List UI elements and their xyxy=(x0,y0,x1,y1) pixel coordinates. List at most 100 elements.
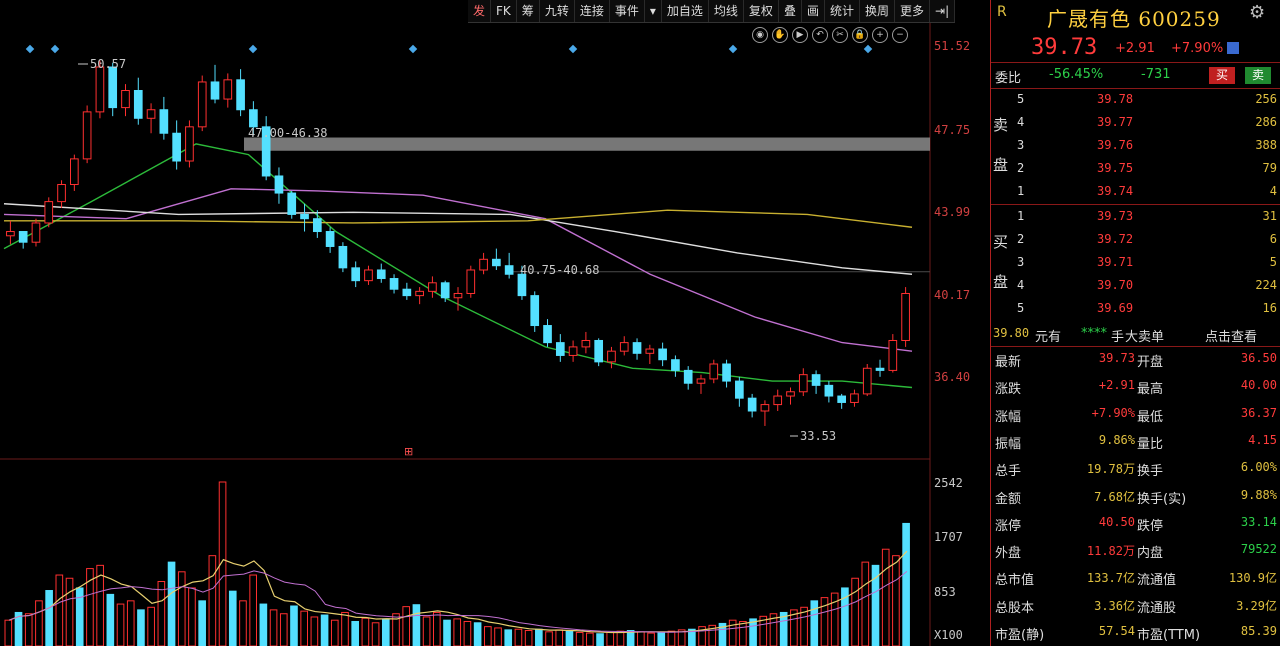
candle-body xyxy=(210,81,220,100)
kline-chart-svg[interactable]: 50.57 33.53 47.00-46.38 40.75-40.68 ⊞ xyxy=(0,0,990,646)
toolbar-item[interactable]: 发 xyxy=(468,0,492,22)
settings-icon[interactable]: ⚙ xyxy=(1249,2,1265,23)
bid-level: 5 xyxy=(1017,301,1025,315)
candle-body xyxy=(581,339,591,348)
toolbar-item[interactable]: 叠 xyxy=(779,0,802,22)
volume-bar xyxy=(473,622,482,646)
candle-body xyxy=(632,342,642,354)
toolbar-item[interactable]: 更多 xyxy=(895,0,931,22)
cut-icon[interactable]: ✂ xyxy=(832,27,848,43)
candle-body xyxy=(555,342,565,356)
toolbar-item[interactable]: 加自选 xyxy=(662,0,709,22)
zoom-in-icon[interactable]: + xyxy=(872,27,888,43)
toolbar-item[interactable]: ⇥| xyxy=(930,0,956,22)
volume-bar xyxy=(96,564,104,646)
quote-value: 40.00 xyxy=(1240,378,1277,393)
candle-body xyxy=(44,201,54,224)
toolbar-item[interactable]: 换周 xyxy=(860,0,895,22)
sell-button[interactable]: 卖 xyxy=(1245,67,1271,84)
candle-body xyxy=(18,231,28,243)
toolbar-item[interactable]: ▾ xyxy=(645,0,662,22)
volume-bar xyxy=(484,626,492,646)
candle-body xyxy=(287,192,297,215)
view-big-orders-link[interactable]: 点击查看 xyxy=(1205,326,1257,345)
quote-value: 36.50 xyxy=(1240,351,1277,365)
quote-value: 36.37 xyxy=(1240,405,1277,420)
event-marker-icon xyxy=(50,44,60,54)
candle-body xyxy=(671,359,680,371)
bid-row[interactable]: 2 39.72 6 xyxy=(991,228,1280,251)
volume-bar xyxy=(606,631,615,646)
toolbar-item[interactable]: 统计 xyxy=(825,0,860,22)
quote-value: 130.9亿 xyxy=(1228,571,1277,586)
bid-level: 4 xyxy=(1017,278,1025,292)
ask-row[interactable]: 1 39.74 4 xyxy=(991,180,1280,203)
gap-range-label: 47.00-46.38 xyxy=(248,126,327,140)
candle-body xyxy=(312,218,322,233)
volume-bar xyxy=(4,619,13,646)
volume-bar xyxy=(881,548,890,646)
event-marker-icon xyxy=(728,44,738,54)
play-icon[interactable]: ▶ xyxy=(792,27,808,43)
candle-body xyxy=(159,109,169,134)
toolbar-item[interactable]: 九转 xyxy=(540,0,575,22)
candle-body xyxy=(888,339,898,371)
stock-name[interactable]: 广晟有色 600259 xyxy=(1047,3,1221,32)
undo-icon[interactable]: ↶ xyxy=(812,27,828,43)
toolbar-item[interactable]: 画 xyxy=(802,0,825,22)
bid-row[interactable]: 1 39.73 31 xyxy=(991,205,1280,228)
ask-volume: 4 xyxy=(1269,184,1277,198)
volume-bar xyxy=(545,631,553,646)
quote-value: 79522 xyxy=(1240,542,1277,557)
big-order-row[interactable]: 39.80 元有 **** 手 大卖单 点击查看 xyxy=(991,322,1280,347)
lock-icon[interactable]: 🔒 xyxy=(852,27,868,43)
ask-row[interactable]: 4 39.77 286 xyxy=(991,111,1280,134)
ask-row[interactable]: 5 39.78 256 xyxy=(991,88,1280,111)
quote-row: 涨跌 +2.91 最高 40.00 xyxy=(991,373,1280,400)
volume-bar xyxy=(667,630,676,646)
order-ratio-row: 委比 -56.45% -731 买 卖 xyxy=(991,62,1280,89)
toolbar-item[interactable]: 复权 xyxy=(744,0,779,22)
candle-body xyxy=(492,258,501,267)
ask-price: 39.74 xyxy=(1097,184,1134,198)
ask-level: 3 xyxy=(1017,138,1025,152)
chart-toggle-icon[interactable] xyxy=(1227,42,1239,54)
quote-label: 流通股 xyxy=(1137,600,1177,616)
toolbar-item[interactable]: 事件 xyxy=(610,0,645,22)
volume-bar xyxy=(810,600,819,646)
toolbar-item[interactable]: 连接 xyxy=(575,0,610,22)
volume-bar xyxy=(239,600,247,646)
toolbar-item[interactable]: 均线 xyxy=(709,0,744,22)
high-price-label: 50.57 xyxy=(90,57,126,71)
candle-body xyxy=(376,269,386,280)
eye-icon[interactable]: ◉ xyxy=(752,27,768,43)
volume-bar xyxy=(24,613,33,646)
bid-row[interactable]: 3 39.71 5 xyxy=(991,251,1280,274)
bid-price: 39.69 xyxy=(1097,301,1134,315)
volume-bar xyxy=(341,611,349,646)
event-marker-icon xyxy=(248,44,258,54)
candle-body xyxy=(824,384,834,397)
candle-body xyxy=(568,346,578,356)
candle-body xyxy=(108,66,118,109)
buy-button[interactable]: 买 xyxy=(1209,67,1235,84)
volume-bar xyxy=(555,629,564,646)
quote-value: 3.29亿 xyxy=(1236,598,1277,613)
bid-row[interactable]: 5 39.69 16 xyxy=(991,297,1280,320)
candle-body xyxy=(95,66,105,113)
toolbar-item[interactable]: FK xyxy=(491,0,517,22)
zoom-out-icon[interactable]: − xyxy=(892,27,908,43)
event-flag-icon: ⊞ xyxy=(404,445,413,458)
ask-price: 39.78 xyxy=(1097,92,1134,106)
volume-bar xyxy=(320,614,329,646)
ask-row[interactable]: 3 39.76 388 xyxy=(991,134,1280,157)
bid-row[interactable]: 4 39.70 224 xyxy=(991,274,1280,297)
hand-icon[interactable]: ✋ xyxy=(772,27,788,43)
ask-row[interactable]: 2 39.75 79 xyxy=(991,157,1280,180)
quote-value: +7.90% xyxy=(1091,405,1135,420)
quote-label: 市盈(静) xyxy=(995,628,1045,643)
candle-body xyxy=(146,109,156,119)
kline-chart-area[interactable]: 50.57 33.53 47.00-46.38 40.75-40.68 ⊞ 发 FK 筹九转… xyxy=(0,0,990,646)
toolbar-item[interactable]: 筹 xyxy=(517,0,540,22)
volume-bar xyxy=(749,618,757,646)
